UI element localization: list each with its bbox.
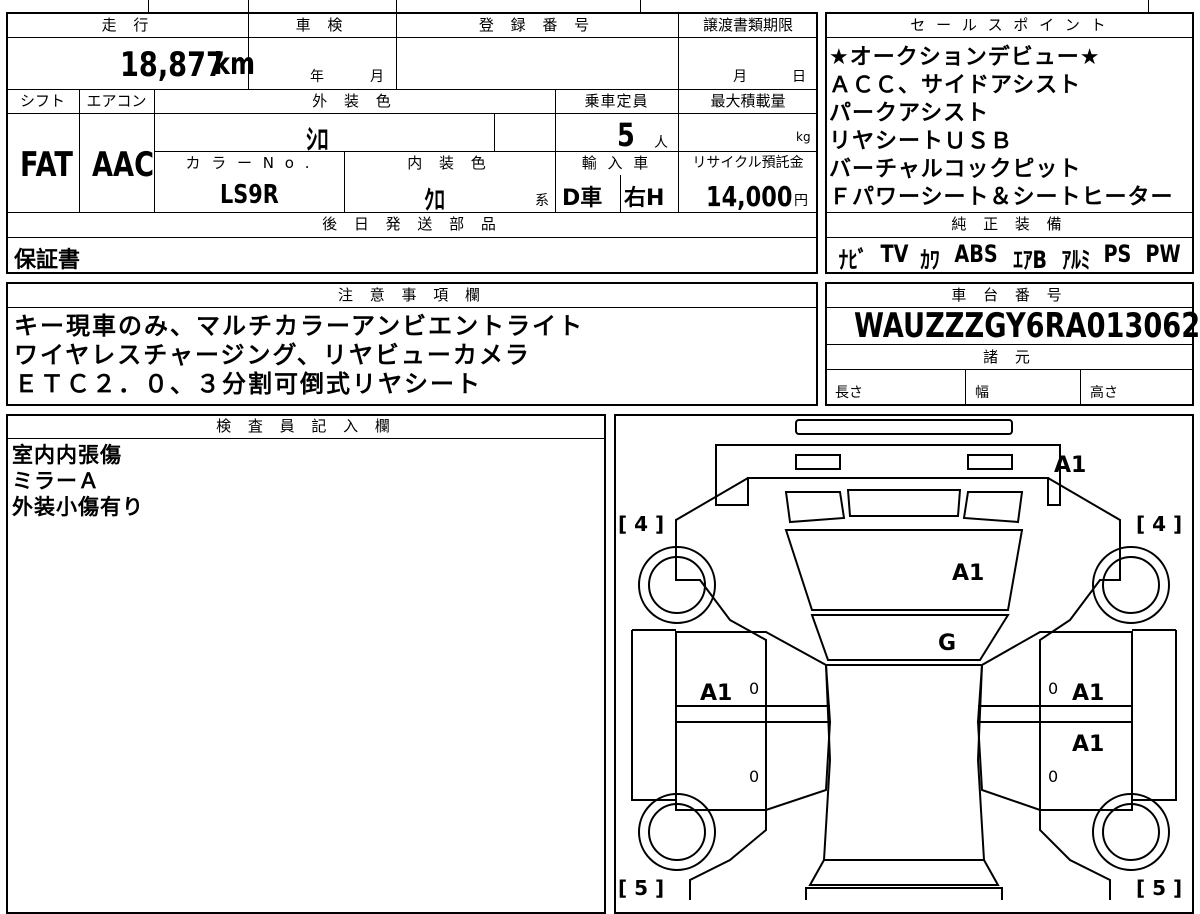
specs-label: 諸 元 [983,348,1036,366]
inspection-label: 車 検 [295,16,349,34]
interior-color-value: ｸﾛ [424,186,445,216]
sales-points-list: ★オークションデビュー★ ＡＣＣ、サイドアシスト パークアシスト リヤシートＵＳＢ バー… [829,44,1191,212]
registration-label: 登 録 番 号 [478,16,596,34]
capacity-label: 乗車定員 [584,92,649,110]
inspector-notes-list: 室内内張傷 ミラーＡ 外装小傷有り [12,442,144,520]
equipment-item: ABS [954,240,998,268]
door-left-rear [675,631,832,723]
door-left-front [675,721,832,811]
tread-right-rear: 0 [1048,679,1058,698]
later-parts-value: 保証書 [14,248,81,273]
color-no-label: カ ラ ー N o . [185,154,313,172]
mileage-unit: km [214,47,255,82]
tire-label-left-rear: [ 4 ] [618,512,664,536]
door-right-front [976,721,1133,811]
rear-quarter-left [784,491,846,524]
note-item: キー現車のみ、マルチカラーアンビエントライト [14,312,585,340]
door-right-rear [976,631,1133,723]
equipment-item: ｴｱB [1013,246,1048,274]
damage-mark-rear-bumper: A1 [1054,453,1086,478]
mileage-label: 走 行 [101,16,155,34]
recycle-label: リサイクル預託金 [692,155,804,171]
color-no-value: LS9R [220,180,279,210]
deadline-day-unit: 日 [792,69,806,85]
equipment-item: TV [880,240,909,268]
steering-value: 右H [624,186,665,211]
sales-point-item: パークアシスト [829,101,990,126]
shift-label: シフト [19,92,65,110]
notes-label: 注 意 事 項 欄 [337,286,487,304]
front-bumper-shape [805,887,1003,900]
equipment-item: ｶﾜ [920,246,941,274]
damage-mark-left-door: A1 [700,681,732,706]
tread-right-front: 0 [1048,767,1058,786]
notes-list: キー現車のみ、マルチカラーアンビエントライト ワイヤレスチャージング、リヤビューカ… [14,312,584,399]
width-label: 幅 [975,385,989,401]
inspector-note-item: 外装小傷有り [12,495,144,519]
genuine-equipment-list: ﾅﾋﾞ TV ｶﾜ ABS ｴｱB ｱﾙﾐ PS PW [835,240,1185,275]
tail-lamp-left [795,454,841,470]
recycle-fee-value: 14,000 [706,180,793,213]
damage-mark-right-front-door: A1 [1072,732,1104,757]
rear-glass [784,529,1024,611]
length-label: 長さ [835,385,863,401]
tread-left-rear: 0 [749,679,759,698]
rear-window [846,489,962,517]
inspection-year-unit: 年 [310,69,324,85]
interior-suffix: 系 [535,193,549,209]
aircon-value: AAC [92,145,155,185]
equipment-item: PW [1145,240,1181,268]
capacity-value: 5 [617,116,635,154]
cabin-center [822,664,986,861]
sales-point-item: Ｆパワーシート＆シートヒーター [829,185,1174,210]
car-diagram: A1 A1 G A1 A1 A1 0 0 0 0 [ 4 ] [ 4 ] [ 5… [618,419,1182,900]
sales-point-item: バーチャルコックピット [829,157,1082,182]
inspector-note-item: ミラーＡ [12,469,100,493]
equipment-item: ﾅﾋﾞ [838,246,868,274]
max-load-label: 最大積載量 [710,92,786,110]
tire-label-right-front: [ 5 ] [1136,876,1182,900]
damage-mark-roof: G [938,631,956,656]
import-type-value: D車 [562,186,603,211]
rear-bumper-shape [795,419,1013,435]
deadline-month-unit: 月 [733,69,747,85]
tread-left-front: 0 [749,767,759,786]
roof-panel [810,614,1010,661]
capacity-unit: 人 [654,135,668,151]
inspector-label: 検 査 員 記 入 欄 [216,417,396,435]
front-glass [808,859,1000,886]
rear-quarter-right [962,491,1024,524]
exterior-color-value: ｼﾛ [306,123,329,156]
max-load-unit: kg [796,130,811,144]
genuine-equipment-label: 純 正 装 備 [951,215,1068,233]
chassis-number: WAUZZZGY6RA013062 [854,306,1200,346]
note-item: ＥＴＣ２．０、３分割可倒式リヤシート [14,370,482,398]
tail-lamp-right [967,454,1013,470]
exterior-color-label: 外 装 色 [312,92,397,110]
shift-value: FAT [20,145,73,185]
import-label: 輸 入 車 [581,154,652,172]
height-label: 高さ [1090,385,1118,401]
tire-label-right-rear: [ 4 ] [1136,512,1182,536]
inspection-month-unit: 月 [370,69,384,85]
later-parts-label: 後 日 発 送 部 品 [322,215,502,233]
damage-mark-rear-glass: A1 [952,561,984,586]
mileage-value: 18,877 [120,45,225,85]
sales-point-item: リヤシートＵＳＢ [829,129,1014,154]
equipment-item: PS [1103,240,1132,268]
aircon-label: エアコン [86,92,147,110]
sales-points-label: セ ー ル ス ポ イ ン ト [910,16,1109,34]
tire-right-rear [1092,546,1170,624]
recycle-unit: 円 [794,193,808,209]
interior-color-label: 内 装 色 [407,154,492,172]
equipment-item: ｱﾙﾐ [1061,246,1090,274]
tire-label-left-front: [ 5 ] [618,876,664,900]
damage-mark-right-rear-door: A1 [1072,681,1104,706]
chassis-label: 車 台 番 号 [951,286,1068,304]
note-item: ワイヤレスチャージング、リヤビューカメラ [14,341,531,369]
transfer-deadline-label: 譲渡書類期限 [702,16,793,34]
sales-point-item: ★オークションデビュー★ [829,45,1101,70]
inspector-note-item: 室内内張傷 [12,443,122,467]
sales-point-item: ＡＣＣ、サイドアシスト [829,73,1082,98]
